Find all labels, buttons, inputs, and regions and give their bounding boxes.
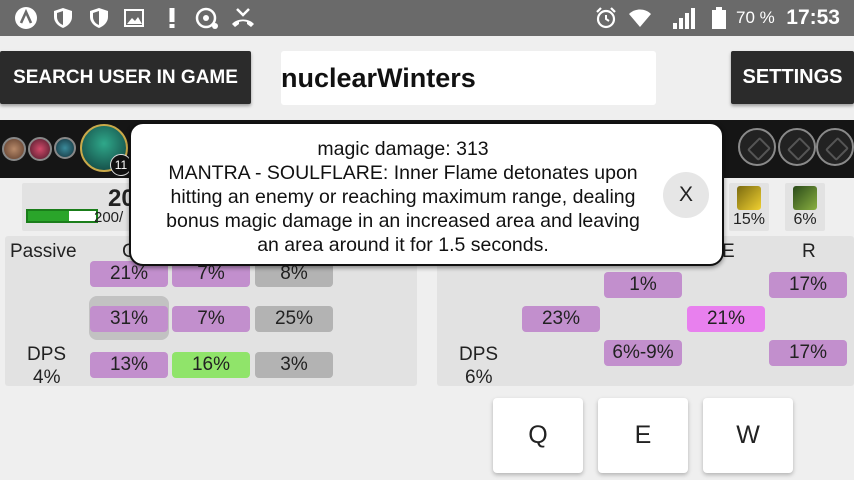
item-stat[interactable]: 15%	[729, 183, 769, 231]
image-icon	[124, 9, 144, 27]
damage-cell[interactable]: 1%	[604, 272, 682, 298]
hp-bar-fill	[28, 211, 69, 221]
battery-percent: 70 %	[736, 8, 775, 27]
item-stat-value: 15%	[732, 211, 766, 228]
dps-cell[interactable]: 6%-9%	[604, 340, 682, 366]
battery-icon	[712, 7, 726, 29]
app-header: SEARCH USER IN GAME nuclearWinters SETTI…	[0, 36, 854, 120]
wifi-icon	[629, 9, 651, 27]
key-e-button[interactable]: E	[598, 398, 688, 473]
dps-cell[interactable]: 3%	[255, 352, 333, 378]
item-stat-value: 6%	[793, 211, 817, 228]
rune-portrait-2[interactable]	[28, 137, 52, 161]
signal-icon	[673, 8, 695, 29]
dps-value: 6%	[465, 367, 493, 388]
empty-slot-icon	[816, 128, 854, 166]
dps-value: 4%	[33, 367, 61, 388]
passive-label: Passive	[10, 241, 77, 262]
rune-portrait-3[interactable]	[54, 137, 76, 159]
app-a-icon	[15, 7, 37, 29]
tooltip-close-button[interactable]: X	[663, 172, 709, 218]
dps-cell[interactable]: 17%	[769, 340, 847, 366]
shield-icon	[90, 8, 108, 28]
key-w-button[interactable]: W	[703, 398, 793, 473]
empty-slot-icon	[778, 128, 816, 166]
damage-cell[interactable]: 25%	[255, 306, 333, 332]
lightning-item-icon	[737, 186, 761, 210]
dps-cell[interactable]: 13%	[90, 352, 168, 378]
shield-check-icon	[54, 8, 72, 28]
alert-icon	[169, 8, 175, 28]
dps-label: DPS	[459, 344, 499, 365]
damage-cell[interactable]: 7%	[172, 306, 250, 332]
tooltip-description-line: an area around it for 1.5 seconds.	[257, 234, 549, 256]
ability-tooltip: magic damage: 313 MANTRA - SOULFLARE: In…	[129, 122, 724, 266]
tooltip-damage-line: magic damage: 313	[317, 138, 489, 160]
rune-portrait-1[interactable]	[2, 137, 26, 161]
empty-slot-icon	[738, 128, 776, 166]
missed-call-icon	[232, 8, 254, 27]
settings-button[interactable]: SETTINGS	[731, 51, 854, 104]
call-logo-icon	[195, 7, 218, 29]
damage-cell[interactable]: 23%	[522, 306, 600, 332]
blade-item-icon	[793, 186, 817, 210]
tooltip-description-line: bonus magic damage in an increased area …	[166, 210, 640, 232]
tooltip-description-line: hitting an enemy or reaching maximum ran…	[170, 186, 636, 208]
clock: 17:53	[786, 6, 840, 29]
r-column-label: R	[802, 241, 816, 262]
stat-sub-value: 200/	[94, 209, 124, 226]
status-bar: 70 % 17:53	[0, 0, 854, 36]
dps-label: DPS	[27, 344, 67, 365]
tooltip-description-line: MANTRA - SOULFLARE: Inner Flame detonate…	[168, 162, 638, 184]
username-input[interactable]: nuclearWinters	[281, 51, 656, 105]
hp-bar	[26, 209, 98, 223]
damage-cell[interactable]: 17%	[769, 272, 847, 298]
alarm-icon	[596, 7, 616, 29]
search-user-button[interactable]: SEARCH USER IN GAME	[0, 51, 251, 104]
champion-stats-card: 20 200/	[22, 183, 135, 231]
damage-cell[interactable]: 21%	[687, 306, 765, 332]
key-q-button[interactable]: Q	[493, 398, 583, 473]
dps-cell[interactable]: 16%	[172, 352, 250, 378]
damage-cell-selected[interactable]: 31%	[90, 306, 168, 332]
item-stat[interactable]: 6%	[785, 183, 825, 231]
